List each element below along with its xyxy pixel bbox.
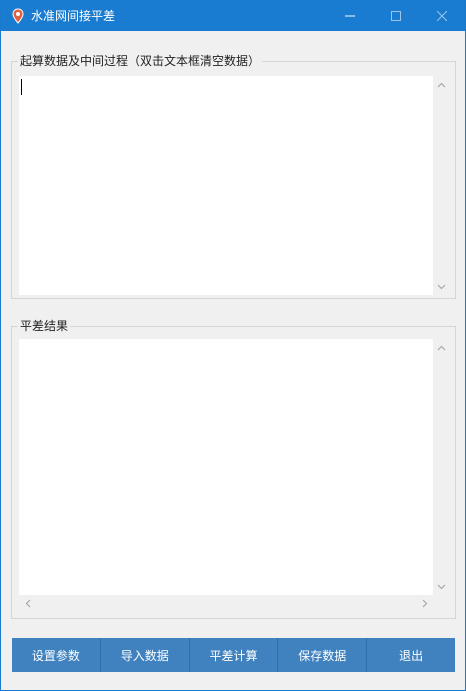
settings-button[interactable]: 设置参数 <box>12 638 101 672</box>
process-group-label: 起算数据及中间过程（双击文本框清空数据） <box>18 53 263 69</box>
maximize-button[interactable] <box>373 1 419 31</box>
result-group-label: 平差结果 <box>18 318 71 334</box>
import-data-button[interactable]: 导入数据 <box>100 638 190 672</box>
main-window: 水准网间接平差 起算数据及中间过程（双击文本框清空数据） 平差结果 设置参数 导… <box>0 0 466 691</box>
scrollbar-corner <box>433 595 450 612</box>
save-data-button[interactable]: 保存数据 <box>278 638 368 672</box>
close-icon <box>437 11 447 21</box>
scroll-up-icon[interactable] <box>433 339 450 356</box>
process-textbox[interactable] <box>19 76 433 295</box>
scroll-down-icon[interactable] <box>433 278 450 295</box>
scroll-up-icon[interactable] <box>433 76 450 93</box>
result-vertical-scrollbar[interactable] <box>433 339 450 595</box>
window-title: 水准网间接平差 <box>31 9 116 23</box>
action-bar: 设置参数 导入数据 平差计算 保存数据 退出 <box>12 638 455 672</box>
scroll-right-icon[interactable] <box>416 595 433 612</box>
result-textbox[interactable] <box>19 339 433 595</box>
process-vertical-scrollbar[interactable] <box>433 76 450 295</box>
minimize-button[interactable] <box>327 1 373 31</box>
scroll-down-icon[interactable] <box>433 578 450 595</box>
maximize-icon <box>391 11 401 21</box>
title-bar[interactable]: 水准网间接平差 <box>1 1 465 31</box>
result-group: 平差结果 <box>11 318 456 619</box>
process-group: 起算数据及中间过程（双击文本框清空数据） <box>11 53 456 299</box>
location-pin-icon <box>12 8 24 24</box>
scroll-left-icon[interactable] <box>19 595 36 612</box>
result-horizontal-scrollbar[interactable] <box>19 595 433 612</box>
compute-adjustment-button[interactable]: 平差计算 <box>189 638 279 672</box>
minimize-icon <box>345 15 355 17</box>
text-caret <box>21 79 22 95</box>
exit-button[interactable]: 退出 <box>367 638 455 672</box>
close-button[interactable] <box>419 1 465 31</box>
